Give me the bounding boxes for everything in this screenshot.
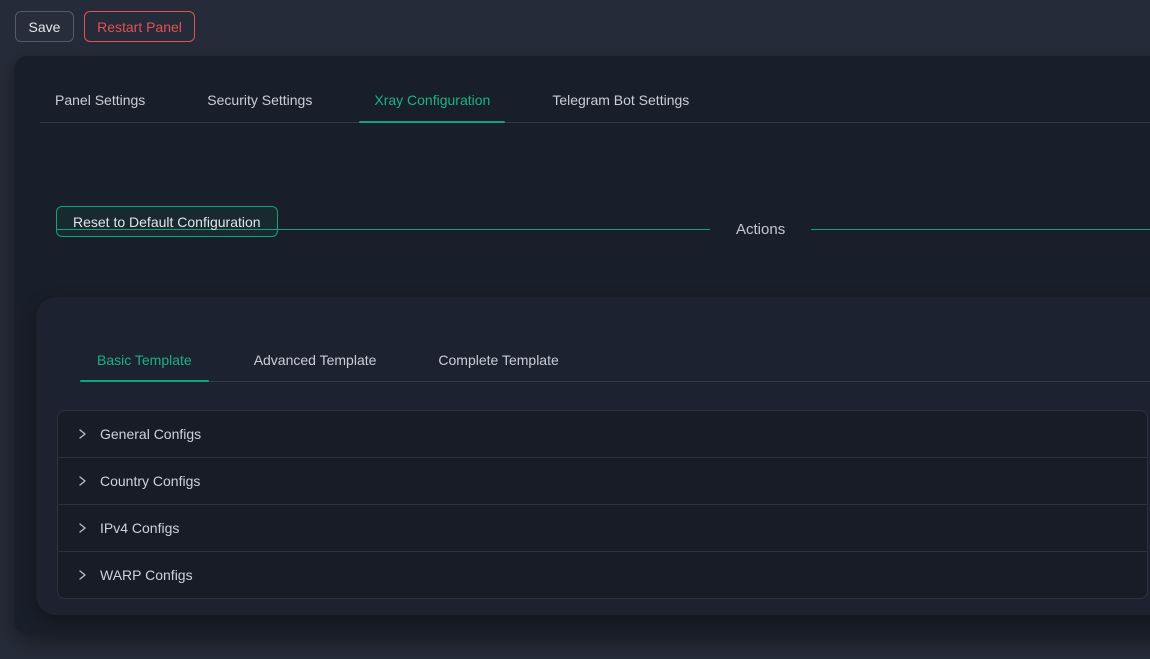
chevron-right-icon bbox=[76, 569, 88, 581]
tab-complete-template[interactable]: Complete Template bbox=[421, 344, 575, 381]
section-ipv4-configs[interactable]: IPv4 Configs bbox=[58, 504, 1147, 551]
section-label: General Configs bbox=[100, 426, 201, 442]
templates-card: Basic Template Advanced Template Complet… bbox=[36, 297, 1150, 615]
chevron-right-icon bbox=[76, 522, 88, 534]
tab-telegram-bot-settings[interactable]: Telegram Bot Settings bbox=[537, 84, 704, 122]
section-label: IPv4 Configs bbox=[100, 520, 179, 536]
section-label: WARP Configs bbox=[100, 567, 193, 583]
actions-divider-label: Actions bbox=[736, 221, 785, 238]
tab-basic-template[interactable]: Basic Template bbox=[80, 344, 209, 381]
section-warp-configs[interactable]: WARP Configs bbox=[58, 551, 1147, 598]
restart-panel-button[interactable]: Restart Panel bbox=[84, 11, 195, 42]
top-toolbar: Save Restart Panel bbox=[0, 0, 1150, 56]
tab-advanced-template[interactable]: Advanced Template bbox=[237, 344, 394, 381]
section-country-configs[interactable]: Country Configs bbox=[58, 457, 1147, 504]
template-tabs: Basic Template Advanced Template Complet… bbox=[80, 344, 1150, 382]
settings-tabs: Panel Settings Security Settings Xray Co… bbox=[40, 84, 1150, 123]
chevron-right-icon bbox=[76, 428, 88, 440]
tab-security-settings[interactable]: Security Settings bbox=[192, 84, 327, 122]
chevron-right-icon bbox=[76, 475, 88, 487]
template-sections-collapse: General Configs Country Configs IPv4 Con… bbox=[57, 410, 1148, 599]
section-label: Country Configs bbox=[100, 473, 200, 489]
settings-panel-card: Panel Settings Security Settings Xray Co… bbox=[14, 56, 1150, 634]
divider-line bbox=[811, 229, 1150, 230]
section-general-configs[interactable]: General Configs bbox=[58, 411, 1147, 457]
save-button[interactable]: Save bbox=[15, 11, 74, 42]
tab-xray-configuration[interactable]: Xray Configuration bbox=[359, 84, 505, 122]
reset-default-configuration-button[interactable]: Reset to Default Configuration bbox=[56, 206, 278, 237]
tab-panel-settings[interactable]: Panel Settings bbox=[40, 84, 160, 122]
